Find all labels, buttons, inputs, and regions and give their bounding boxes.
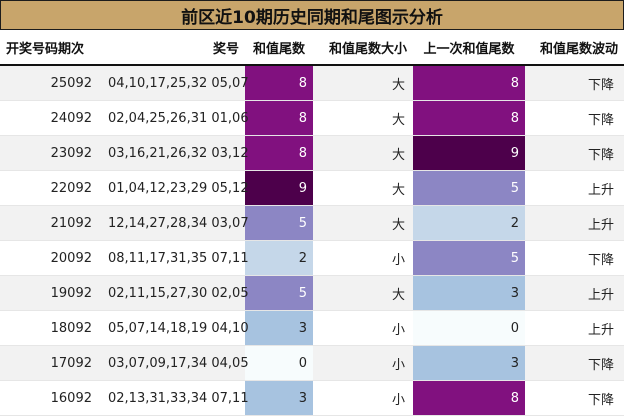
numbers-cell: 12,14,27,28,34 03,07	[100, 205, 249, 241]
header-issue: 开奖号码期次	[0, 30, 100, 66]
issue-cell: 19092	[0, 275, 100, 311]
sum-tail-cell: 8	[245, 65, 313, 101]
issue-cell: 23092	[0, 135, 100, 171]
prev-tail-cell: 5	[413, 240, 525, 276]
numbers-cell: 03,16,21,26,32 03,12	[100, 135, 249, 171]
history-table: 开奖号码期次 奖号 和值尾数 和值尾数大小 上一次和值尾数 和值尾数波动 250…	[0, 30, 624, 416]
issue-cell: 18092	[0, 310, 100, 346]
header-prev-tail: 上一次和值尾数	[413, 30, 525, 66]
tail-size-cell: 大	[313, 65, 413, 101]
sum-tail-cell: 3	[245, 380, 313, 416]
issue-cell: 17092	[0, 345, 100, 381]
table-row: 22092 01,04,12,23,29 05,12 9 大 5 上升	[0, 170, 624, 206]
tail-size-cell: 小	[313, 240, 413, 276]
table-row: 19092 02,11,15,27,30 02,05 5 大 3 上升	[0, 275, 624, 311]
prev-tail-cell: 5	[413, 170, 525, 206]
tail-trend-cell: 下降	[525, 380, 624, 416]
issue-cell: 16092	[0, 380, 100, 416]
tail-trend-cell: 上升	[525, 310, 624, 346]
table-row: 17092 03,07,09,17,34 04,05 0 小 3 下降	[0, 345, 624, 381]
header-row: 开奖号码期次 奖号 和值尾数 和值尾数大小 上一次和值尾数 和值尾数波动	[0, 30, 624, 66]
numbers-cell: 04,10,17,25,32 05,07	[100, 65, 249, 101]
table-row: 16092 02,13,31,33,34 07,11 3 小 8 下降	[0, 380, 624, 416]
tail-trend-cell: 上升	[525, 170, 624, 206]
issue-cell: 25092	[0, 65, 100, 101]
prev-tail-cell: 9	[413, 135, 525, 171]
sum-tail-cell: 8	[245, 135, 313, 171]
table-body: 25092 04,10,17,25,32 05,07 8 大 8 下降 2409…	[0, 65, 624, 416]
prev-tail-cell: 8	[413, 65, 525, 101]
tail-size-cell: 大	[313, 205, 413, 241]
tail-size-cell: 小	[313, 380, 413, 416]
tail-size-cell: 小	[313, 345, 413, 381]
prev-tail-cell: 8	[413, 380, 525, 416]
prev-tail-cell: 2	[413, 205, 525, 241]
sum-tail-cell: 8	[245, 100, 313, 136]
tail-size-cell: 大	[313, 275, 413, 311]
numbers-cell: 02,04,25,26,31 01,06	[100, 100, 249, 136]
table-row: 21092 12,14,27,28,34 03,07 5 大 2 上升	[0, 205, 624, 241]
numbers-cell: 08,11,17,31,35 07,11	[100, 240, 249, 276]
tail-trend-cell: 下降	[525, 135, 624, 171]
tail-trend-cell: 下降	[525, 100, 624, 136]
numbers-cell: 01,04,12,23,29 05,12	[100, 170, 249, 206]
issue-cell: 22092	[0, 170, 100, 206]
prev-tail-cell: 3	[413, 345, 525, 381]
header-numbers: 奖号	[100, 30, 245, 66]
tail-trend-cell: 下降	[525, 240, 624, 276]
issue-cell: 24092	[0, 100, 100, 136]
numbers-cell: 03,07,09,17,34 04,05	[100, 345, 249, 381]
prev-tail-cell: 8	[413, 100, 525, 136]
header-tail-trend: 和值尾数波动	[525, 30, 624, 66]
sum-tail-cell: 0	[245, 345, 313, 381]
prev-tail-cell: 0	[413, 310, 525, 346]
issue-cell: 21092	[0, 205, 100, 241]
tail-trend-cell: 下降	[525, 65, 624, 101]
sum-tail-cell: 5	[245, 205, 313, 241]
table-row: 18092 05,07,14,18,19 04,10 3 小 0 上升	[0, 310, 624, 346]
tail-trend-cell: 上升	[525, 275, 624, 311]
sum-tail-cell: 3	[245, 310, 313, 346]
table-title: 前区近10期历史同期和尾图示分析	[0, 0, 624, 30]
tail-size-cell: 小	[313, 310, 413, 346]
tail-size-cell: 大	[313, 100, 413, 136]
table-row: 25092 04,10,17,25,32 05,07 8 大 8 下降	[0, 65, 624, 101]
header-tail-size: 和值尾数大小	[313, 30, 413, 66]
header-sum-tail: 和值尾数	[245, 30, 313, 66]
issue-cell: 20092	[0, 240, 100, 276]
tail-size-cell: 大	[313, 135, 413, 171]
sum-tail-cell: 9	[245, 170, 313, 206]
analysis-panel: 前区近10期历史同期和尾图示分析 开奖号码期次 奖号 和值尾数 和值尾数大小 上…	[0, 0, 624, 416]
table-row: 23092 03,16,21,26,32 03,12 8 大 9 下降	[0, 135, 624, 171]
numbers-cell: 02,13,31,33,34 07,11	[100, 380, 249, 416]
tail-trend-cell: 上升	[525, 205, 624, 241]
sum-tail-cell: 2	[245, 240, 313, 276]
sum-tail-cell: 5	[245, 275, 313, 311]
numbers-cell: 05,07,14,18,19 04,10	[100, 310, 249, 346]
tail-size-cell: 大	[313, 170, 413, 206]
prev-tail-cell: 3	[413, 275, 525, 311]
tail-trend-cell: 下降	[525, 345, 624, 381]
table-row: 20092 08,11,17,31,35 07,11 2 小 5 下降	[0, 240, 624, 276]
table-row: 24092 02,04,25,26,31 01,06 8 大 8 下降	[0, 100, 624, 136]
numbers-cell: 02,11,15,27,30 02,05	[100, 275, 249, 311]
